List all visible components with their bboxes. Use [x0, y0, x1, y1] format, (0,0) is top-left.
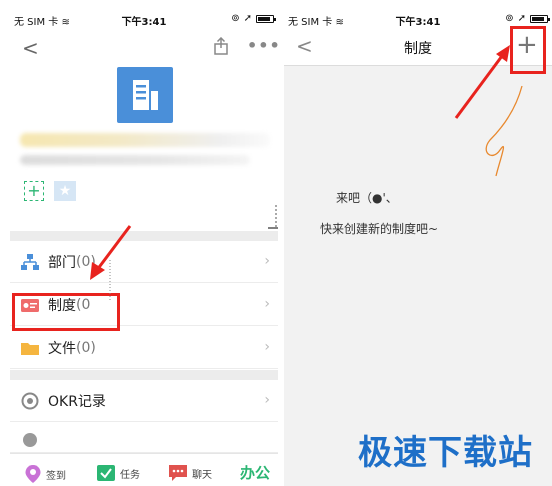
screenshot-root: 无 SIM 卡 ≋ 下午3:41 ⊚ ➚ < ••• + ★ 部门 (0) › …	[0, 0, 552, 486]
record-icon	[23, 432, 37, 447]
menu-item-count: (0)	[76, 253, 96, 270]
menu-item-label: 文件	[48, 340, 76, 357]
tab-checkin[interactable]: 签到	[24, 464, 66, 484]
location-icon: ➚	[517, 13, 526, 24]
policy-screen: 无 SIM 卡 ≋ 下午3:41 ⊚ ➚ < 制度 + 来吧（●'、 快来创建新…	[284, 10, 552, 486]
orientation-lock-icon: ⊚	[505, 13, 514, 24]
tab-label: 任务	[120, 469, 140, 481]
orientation-lock-icon: ⊚	[231, 13, 240, 24]
folder-icon	[21, 342, 39, 355]
company-name-blurred	[20, 133, 270, 147]
menu-item-files[interactable]: 文件 (0) ›	[10, 327, 278, 369]
battery-icon	[530, 14, 550, 23]
org-chart-icon	[21, 253, 39, 270]
empty-state-line1: 来吧（●'、	[336, 191, 398, 205]
menu-item-partial[interactable]	[10, 423, 278, 453]
menu-item-label: OKR记录	[48, 393, 106, 410]
menu-item-count: (0)	[76, 339, 96, 356]
building-icon	[133, 80, 158, 110]
star-badge-icon[interactable]: ★	[54, 181, 76, 201]
bottom-tab-bar: 签到 任务 聊天 办公	[10, 453, 278, 486]
tab-task[interactable]: 任务	[96, 464, 140, 482]
task-icon	[97, 465, 115, 481]
company-home-screen: 无 SIM 卡 ≋ 下午3:41 ⊚ ➚ < ••• + ★ 部门 (0) › …	[10, 10, 278, 486]
menu-item-department[interactable]: 部门 (0) ›	[10, 241, 278, 283]
company-logo	[117, 67, 173, 123]
empty-state-line2: 快来创建新的制度吧~	[320, 222, 439, 236]
chevron-right-icon: ›	[264, 392, 270, 408]
menu-item-okr[interactable]: OKR记录 ›	[10, 380, 278, 422]
battery-icon	[256, 14, 276, 23]
policy-highlight-box	[12, 293, 120, 331]
location-pin-icon	[25, 465, 41, 483]
chevron-right-icon: ›	[264, 296, 270, 312]
chat-icon	[169, 465, 187, 481]
chevron-right-icon: ›	[264, 253, 270, 269]
section-divider	[10, 231, 278, 241]
tab-label: 签到	[46, 470, 66, 482]
watermark-text: 极速下载站	[358, 433, 533, 473]
menu-item-label: 部门	[48, 254, 76, 271]
status-bar: 无 SIM 卡 ≋ 下午3:41 ⊚ ➚	[10, 10, 278, 28]
company-info-blurred	[20, 155, 250, 165]
share-icon[interactable]	[214, 37, 228, 55]
status-icons: ⊚ ➚	[231, 13, 276, 24]
section-divider	[10, 370, 278, 380]
status-icons: ⊚ ➚	[505, 13, 550, 24]
back-button[interactable]: <	[22, 36, 39, 60]
add-highlight-box	[510, 26, 546, 74]
location-icon: ➚	[243, 13, 252, 24]
target-icon	[21, 392, 39, 409]
tab-label: 聊天	[192, 469, 212, 481]
tab-office[interactable]: 办公	[240, 462, 270, 483]
tab-chat[interactable]: 聊天	[168, 464, 212, 482]
chevron-right-icon: ›	[264, 339, 270, 355]
more-icon[interactable]: •••	[247, 36, 278, 55]
add-tag-button[interactable]: +	[24, 181, 44, 201]
